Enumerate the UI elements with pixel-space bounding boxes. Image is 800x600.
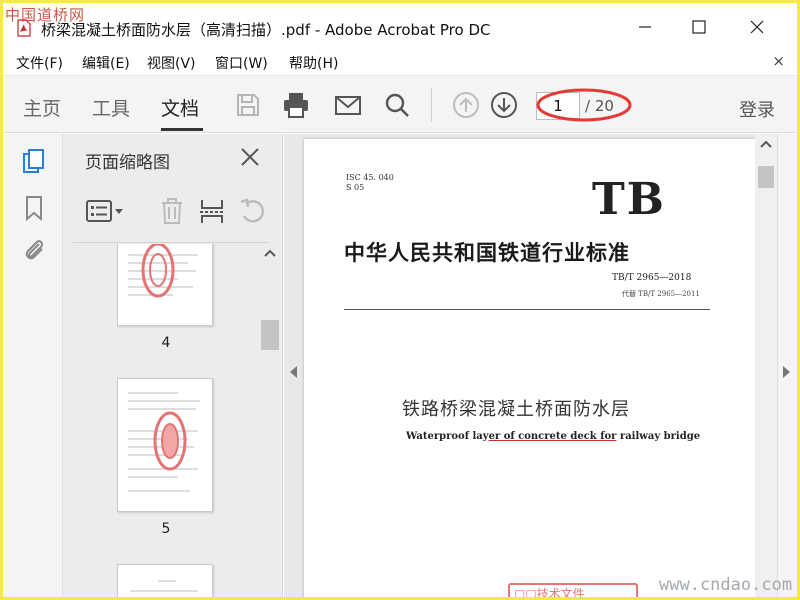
- search-icon[interactable]: [382, 90, 412, 120]
- standard-title: 中华人民共和国铁道行业标准: [344, 240, 630, 265]
- document-scroll-thumb[interactable]: [758, 166, 774, 188]
- minimize-icon[interactable]: [635, 17, 655, 37]
- email-icon[interactable]: [333, 90, 363, 120]
- extract-page-icon[interactable]: [197, 196, 227, 226]
- thumbnail-6-preview: [130, 580, 198, 592]
- menu-help[interactable]: 帮助(H): [289, 53, 338, 73]
- page-thumbnails-icon[interactable]: [21, 148, 47, 176]
- thumbnail-4-label: 4: [161, 335, 171, 351]
- right-rail: [777, 134, 797, 597]
- delete-page-icon[interactable]: [157, 196, 187, 226]
- watermark-bottom: www.cndao.com: [659, 575, 793, 595]
- page-up-icon[interactable]: [451, 90, 481, 120]
- print-icon[interactable]: [281, 90, 311, 120]
- thumbnail-page-6[interactable]: [117, 564, 213, 597]
- close-window-icon[interactable]: [747, 17, 767, 37]
- red-stamp: □□技术文件: [508, 583, 638, 597]
- toolbar-separator: [431, 88, 432, 122]
- left-navigation-rail: [3, 134, 63, 597]
- login-button[interactable]: 登录: [739, 96, 775, 122]
- panel-title: 页面缩略图: [85, 153, 170, 173]
- thumbnail-toolbar: [63, 186, 283, 243]
- thumbnail-5-preview: [128, 392, 200, 492]
- thumbnail-panel: 页面缩略图 4 5: [63, 134, 283, 597]
- rotate-page-icon[interactable]: [237, 196, 267, 226]
- collapse-left-panel-icon[interactable]: [290, 366, 297, 378]
- menu-window[interactable]: 窗口(W): [215, 53, 268, 73]
- title-en-part-1: Waterproof lay: [406, 431, 489, 442]
- title-en-part-3: railway bridge: [616, 431, 701, 442]
- pdf-page: ISC 45. 040 S 05 TB 中华人民共和国铁道行业标准 TB/T 2…: [304, 139, 755, 597]
- thumbnail-page-4[interactable]: [117, 244, 213, 326]
- close-document-icon[interactable]: ×: [772, 52, 785, 70]
- attachment-icon[interactable]: [21, 236, 47, 264]
- scroll-up-icon[interactable]: [755, 134, 777, 154]
- thumbnail-4-preview: [128, 244, 198, 298]
- title-bar: 桥梁混凝土桥面防水层（高清扫描）.pdf - Adobe Acrobat Pro…: [3, 3, 797, 47]
- document-title-cn: 铁路桥梁混凝土桥面防水层: [402, 399, 630, 420]
- replaces-note: 代替 TB/T 2965—2011: [622, 290, 700, 298]
- menu-edit[interactable]: 编辑(E): [82, 53, 130, 73]
- window-title: 桥梁混凝土桥面防水层（高清扫描）.pdf - Adobe Acrobat Pro…: [41, 21, 491, 39]
- document-scrollbar[interactable]: [755, 134, 777, 597]
- thumbnail-options-icon[interactable]: [85, 196, 125, 226]
- menu-view[interactable]: 视图(V): [147, 53, 196, 73]
- highlight-ellipse: [536, 88, 632, 122]
- menu-file[interactable]: 文件(F): [16, 53, 63, 73]
- active-tab-indicator: [161, 128, 203, 131]
- save-icon[interactable]: [233, 90, 263, 120]
- standard-code: TB/T 2965—2018: [612, 273, 692, 283]
- expand-right-panel-icon[interactable]: [783, 366, 790, 378]
- page-down-icon[interactable]: [489, 90, 519, 120]
- close-panel-icon[interactable]: [239, 146, 261, 168]
- title-en-part-2: er of concrete deck for: [488, 431, 617, 442]
- thumbnail-5-label: 5: [161, 521, 171, 537]
- main-toolbar: 主页 工具 文档 1 / 20 登录: [3, 75, 797, 133]
- thumbnail-scrollbar[interactable]: [261, 244, 279, 597]
- tb-logo: TB: [592, 174, 666, 225]
- menu-bar: 文件(F) 编辑(E) 视图(V) 窗口(W) 帮助(H) ×: [3, 49, 797, 75]
- maximize-icon[interactable]: [689, 17, 709, 37]
- tab-home[interactable]: 主页: [23, 94, 61, 121]
- tab-document[interactable]: 文档: [161, 94, 199, 121]
- tab-tools[interactable]: 工具: [92, 94, 130, 121]
- header-rule: [344, 309, 710, 310]
- document-title-en: Waterproof layer of concrete deck for ra…: [406, 431, 700, 442]
- bookmark-icon[interactable]: [21, 194, 47, 222]
- watermark-top: 中国道桥网: [5, 6, 86, 24]
- thumbnail-page-5[interactable]: [117, 378, 213, 512]
- ics-code: ISC 45. 040: [346, 173, 394, 182]
- document-view[interactable]: ISC 45. 040 S 05 TB 中华人民共和国铁道行业标准 TB/T 2…: [284, 134, 773, 597]
- panel-toolbar-divider: [73, 242, 269, 243]
- thumbnail-list: 4 5: [63, 244, 259, 597]
- class-code: S 05: [346, 183, 365, 192]
- app-window: 桥梁混凝土桥面防水层（高清扫描）.pdf - Adobe Acrobat Pro…: [3, 3, 797, 597]
